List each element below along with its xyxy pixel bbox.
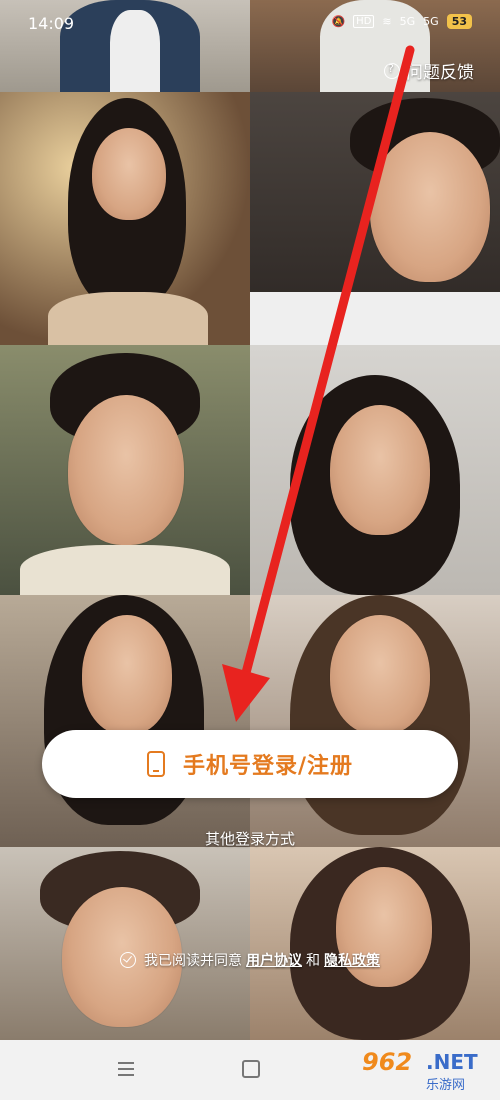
- watermark-number: 962: [362, 1048, 413, 1076]
- other-login-methods[interactable]: 其他登录方式: [0, 828, 500, 849]
- site-watermark: 962 .NET 乐游网: [362, 1048, 492, 1094]
- photo-tile: [0, 595, 250, 847]
- help-circle-icon: [384, 62, 400, 79]
- photo-tile: [0, 345, 250, 595]
- feedback-label: 问题反馈: [406, 63, 474, 83]
- wifi-icon: ≋: [382, 15, 392, 28]
- menu-icon[interactable]: [118, 1062, 134, 1080]
- hd-icon: HD: [353, 15, 375, 28]
- user-agreement-link[interactable]: 用户协议: [246, 950, 302, 970]
- agreement-and: 和: [306, 953, 320, 969]
- clock: 14:09: [28, 14, 75, 33]
- home-icon[interactable]: [242, 1060, 260, 1078]
- phone-login-label: 手机号登录/注册: [182, 754, 354, 779]
- watermark-suffix: .NET: [426, 1050, 478, 1074]
- agreement-checkbox-icon[interactable]: [120, 952, 136, 968]
- status-icons: 🔕 HD ≋ 5G 5G 53: [331, 14, 472, 29]
- agreement-row: 我已阅读并同意 用户协议 和 隐私政策: [0, 950, 500, 970]
- watermark-site: 乐游网: [426, 1078, 466, 1093]
- signal-5g-icon: 5G: [399, 15, 416, 28]
- profile-photo-grid: [0, 0, 500, 1040]
- phone-login-button[interactable]: 手机号登录/注册: [42, 730, 458, 798]
- photo-tile: [0, 847, 250, 1040]
- photo-tile: [250, 847, 500, 1040]
- photo-tile: [250, 345, 500, 595]
- mute-bell-icon: 🔕: [331, 15, 346, 28]
- battery-level: 53: [446, 14, 472, 29]
- photo-tile: [250, 92, 500, 345]
- signal-5g-icon: 5G: [423, 15, 439, 28]
- phone-icon: [146, 751, 165, 777]
- photo-tile: [0, 92, 250, 345]
- agreement-prefix: 我已阅读并同意: [144, 953, 242, 969]
- status-bar: 14:09 🔕 HD ≋ 5G 5G 53: [0, 0, 500, 44]
- feedback-link[interactable]: 问题反馈: [384, 58, 474, 83]
- photo-tile: [250, 595, 500, 847]
- privacy-policy-link[interactable]: 隐私政策: [324, 950, 380, 970]
